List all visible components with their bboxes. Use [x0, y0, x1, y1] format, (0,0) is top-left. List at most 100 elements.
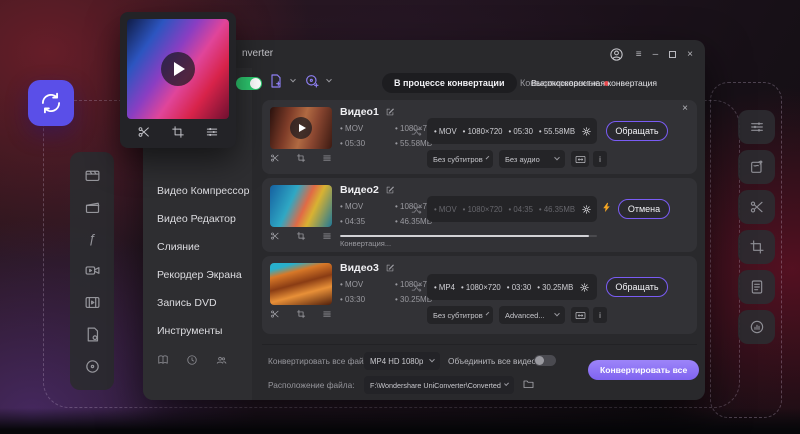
account-avatar-icon[interactable]: [609, 46, 625, 62]
target-settings-box[interactable]: MP4 1080×720 03:30 30.25MB: [427, 274, 597, 300]
sidebar-item-screen-recorder[interactable]: Рекордер Экрана: [157, 269, 242, 281]
sidebar-item-merge[interactable]: Слияние: [157, 241, 200, 253]
file-location-dropdown[interactable]: F:\Wondershare UniConverter\Converted: [364, 376, 514, 394]
sidebar-item-dvd-burn[interactable]: Запись DVD: [157, 297, 217, 309]
fast-conversion-toggle[interactable]: [236, 77, 262, 90]
close-button[interactable]: ×: [687, 49, 693, 60]
window-title: nverter: [242, 48, 273, 59]
task-row-1: Видео1 MOV 1080×720 05:30 55.58MB MOV 10…: [262, 100, 697, 174]
output-format-dropdown[interactable]: MP4 HD 1080p: [364, 352, 440, 370]
effects-icon[interactable]: [322, 231, 332, 241]
stats-button[interactable]: [738, 310, 775, 344]
crop-icon[interactable]: [296, 153, 306, 163]
camera-icon[interactable]: [84, 262, 101, 279]
equalizer-button[interactable]: [738, 110, 775, 144]
community-icon[interactable]: [215, 354, 228, 366]
audio-value: Advanced...: [505, 311, 545, 320]
filmstrip-icon[interactable]: [84, 294, 101, 311]
audio-dropdown[interactable]: Advanced...: [499, 306, 565, 324]
video-frame-icon[interactable]: [84, 167, 101, 184]
effects-icon[interactable]: [205, 125, 219, 139]
resolution-icon[interactable]: [571, 151, 589, 167]
crop-button[interactable]: [738, 230, 775, 264]
left-modules-strip: ƒ: [70, 152, 114, 390]
trim-icon[interactable]: [270, 231, 280, 241]
conversion-progress-bar: [340, 235, 597, 237]
crop-icon[interactable]: [296, 309, 306, 319]
convert-arrows-icon: [410, 203, 423, 216]
cancel-row-button[interactable]: Отмена: [618, 199, 670, 219]
subtitle-button[interactable]: [738, 270, 775, 304]
merge-videos-toggle[interactable]: [534, 355, 556, 366]
target-resolution: 1080×720: [463, 205, 503, 214]
play-icon: [174, 62, 185, 76]
resolution-icon[interactable]: [571, 307, 589, 323]
conversion-status: Конвертация...: [340, 239, 391, 248]
audio-value: Без аудио: [505, 155, 540, 164]
sidebar-item-tools[interactable]: Инструменты: [157, 325, 222, 337]
crop-icon[interactable]: [171, 125, 185, 139]
effects-icon[interactable]: [322, 309, 332, 319]
effects-icon[interactable]: [322, 153, 332, 163]
clapperboard-icon[interactable]: [84, 199, 101, 216]
video-title: Видео2: [340, 184, 379, 196]
tab-converting[interactable]: В процессе конвертации: [382, 73, 517, 93]
trim-button[interactable]: [738, 190, 775, 224]
history-icon[interactable]: [186, 354, 198, 366]
trim-icon[interactable]: [270, 309, 280, 319]
target-settings-box[interactable]: MOV 1080×720 05:30 55.58MB: [427, 118, 597, 144]
remove-row-icon[interactable]: ×: [682, 103, 688, 114]
maximize-button[interactable]: [669, 51, 676, 58]
video1-play-icon[interactable]: [290, 117, 312, 139]
target-resolution: 1080×720: [463, 127, 503, 136]
effects-fx-icon[interactable]: ƒ: [88, 231, 95, 246]
crop-icon[interactable]: [296, 231, 306, 241]
settings-gear-icon[interactable]: [581, 126, 592, 137]
target-size: 46.35MB: [539, 205, 575, 214]
rename-icon[interactable]: [385, 107, 395, 117]
source-duration: 05:30: [340, 139, 365, 148]
toolbar: В процессе конвертации Конвертированные …: [252, 68, 705, 98]
info-icon[interactable]: i: [593, 307, 607, 323]
settings-gear-icon[interactable]: [579, 282, 590, 293]
trim-icon[interactable]: [270, 153, 280, 163]
target-resolution: 1080×720: [461, 283, 501, 292]
rename-icon[interactable]: [385, 185, 395, 195]
trim-icon[interactable]: [137, 125, 151, 139]
target-format: MOV: [434, 205, 457, 214]
sidebar-item-video-editor[interactable]: Видео Редактор: [157, 213, 236, 225]
edit-document-button[interactable]: [738, 150, 775, 184]
file-burn-icon[interactable]: [84, 326, 101, 343]
menu-icon[interactable]: ≡: [636, 49, 642, 60]
sidebar-item-video-compressor[interactable]: Видео Компрессор: [157, 185, 249, 197]
play-button[interactable]: [161, 52, 195, 86]
open-folder-icon[interactable]: [522, 378, 535, 390]
right-tools-strip: [738, 110, 776, 344]
source-duration: 03:30: [340, 295, 365, 304]
settings-gear-icon[interactable]: [581, 204, 592, 215]
output-format-value: MP4 HD 1080p: [370, 357, 423, 366]
conversion-progress-fill: [340, 235, 589, 237]
info-icon[interactable]: i: [593, 151, 607, 167]
add-files-button[interactable]: [268, 73, 295, 89]
minimize-button[interactable]: –: [653, 49, 659, 60]
rename-icon[interactable]: [385, 263, 395, 273]
converter-app-badge: [28, 80, 74, 126]
convert-row-button[interactable]: Обращать: [606, 121, 668, 141]
subtitles-value: Без субтитров: [433, 311, 483, 320]
audio-dropdown[interactable]: Без аудио: [499, 150, 565, 168]
source-format: MOV: [340, 124, 363, 133]
disc-icon[interactable]: [84, 358, 101, 375]
convert-all-button[interactable]: Конвертировать все: [588, 360, 699, 380]
video2-thumbnail: [270, 185, 332, 227]
subtitles-dropdown[interactable]: Без субтитров: [427, 306, 493, 324]
target-duration: 05:30: [509, 127, 533, 136]
task-row-3: Видео3 MOV 1080×720 03:30 30.25MB MP4 10…: [262, 256, 697, 334]
subtitles-dropdown[interactable]: Без субтитров: [427, 150, 493, 168]
guide-icon[interactable]: [157, 354, 169, 366]
file-location-value: F:\Wondershare UniConverter\Converted: [370, 381, 501, 390]
source-format: MOV: [340, 280, 363, 289]
load-dvd-button[interactable]: [304, 73, 331, 89]
target-settings-box: MOV 1080×720 04:35 46.35MB: [427, 196, 597, 222]
convert-row-button[interactable]: Обращать: [606, 277, 668, 297]
